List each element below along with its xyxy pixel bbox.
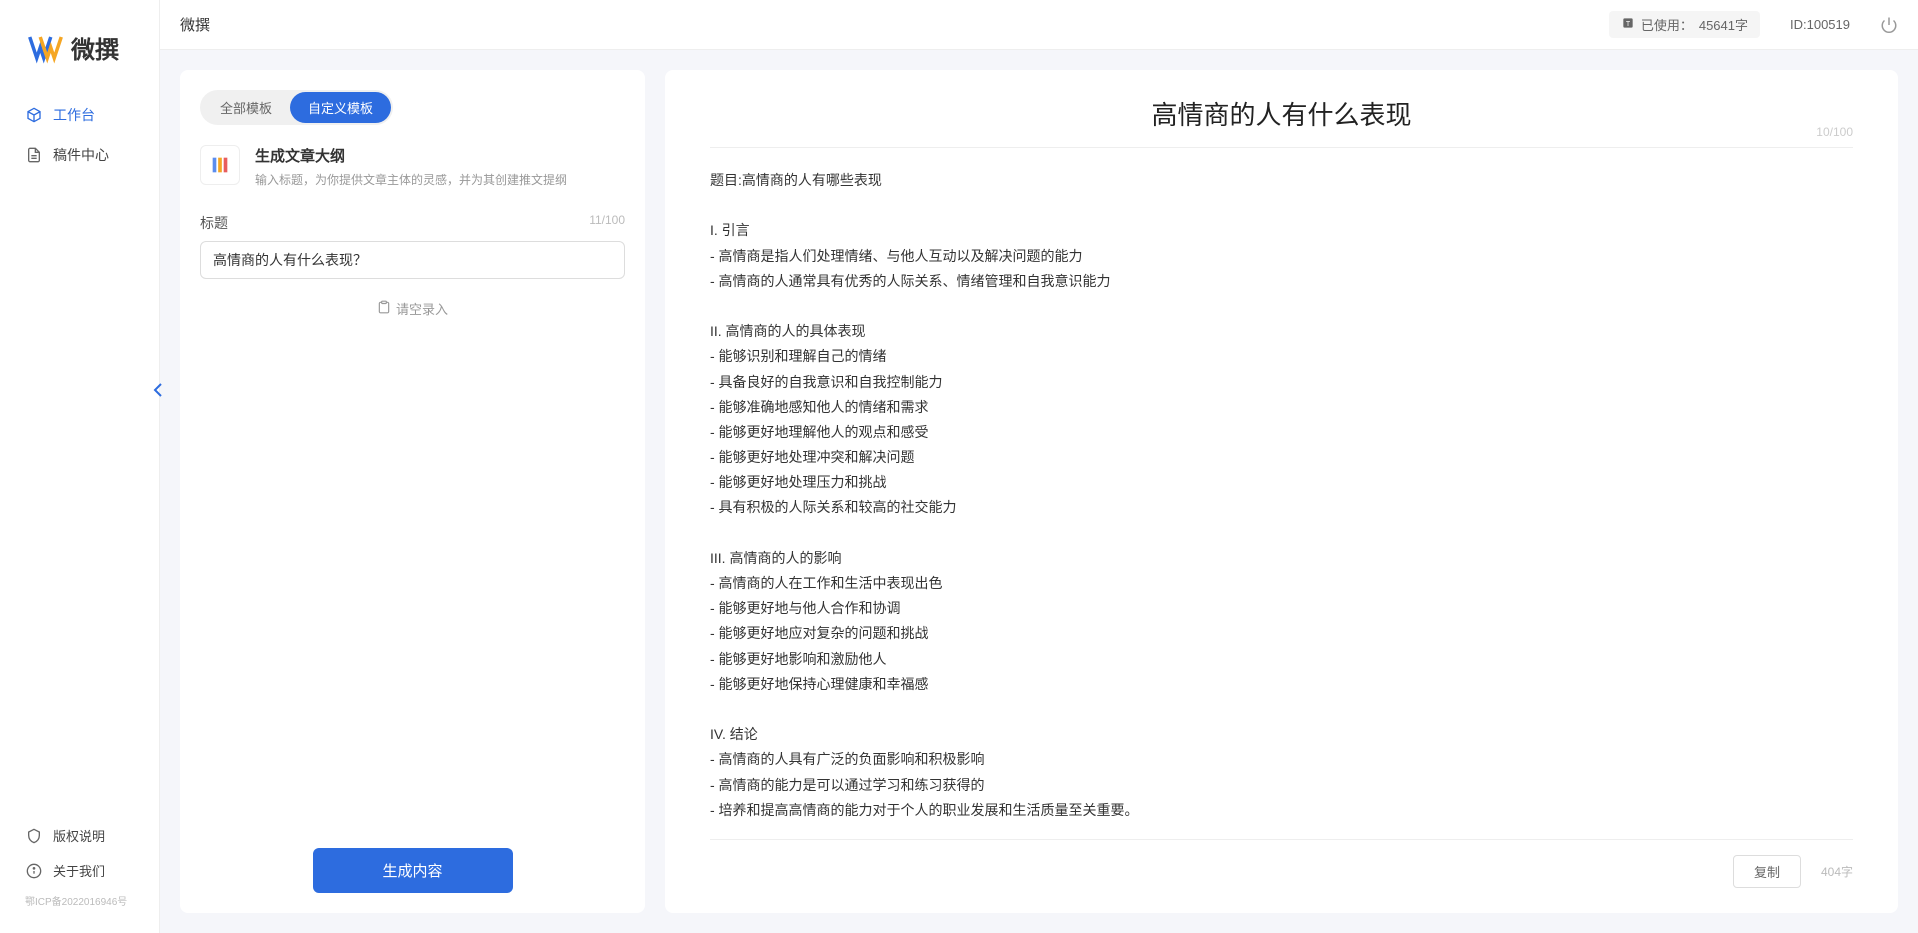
shield-icon	[25, 827, 43, 845]
logo[interactable]: 微撰	[0, 30, 159, 95]
sidebar-item-copyright[interactable]: 版权说明	[0, 818, 159, 853]
field-count: 11/100	[589, 213, 625, 233]
template-title: 生成文章大纲	[255, 145, 567, 166]
info-icon	[25, 862, 43, 880]
usage-badge[interactable]: T 已使用： 45641字	[1609, 11, 1760, 38]
content: 全部模板 自定义模板 生成文章大纲 输入标题，为你提供文章主体的灵感，并为其创建…	[160, 50, 1918, 933]
header-title: 微撰	[180, 14, 210, 35]
cube-icon	[25, 106, 43, 124]
left-panel: 全部模板 自定义模板 生成文章大纲 输入标题，为你提供文章主体的灵感，并为其创建…	[180, 70, 645, 913]
icp-text: 鄂ICP备2022016946号	[0, 888, 159, 913]
sidebar-item-docs[interactable]: 稿件中心	[0, 135, 159, 175]
sidebar-item-about[interactable]: 关于我们	[0, 853, 159, 888]
tab-custom-templates[interactable]: 自定义模板	[290, 92, 391, 123]
record-link[interactable]: 请空录入	[200, 299, 625, 318]
copy-button[interactable]: 复制	[1733, 855, 1801, 888]
output-title-count: 10/100	[1816, 125, 1853, 139]
document-icon	[25, 146, 43, 164]
svg-text:T: T	[1626, 21, 1631, 28]
usage-value: 45641字	[1699, 15, 1748, 34]
usage-prefix: 已使用：	[1641, 15, 1693, 34]
clipboard-icon	[377, 300, 391, 317]
field-label-row: 标题 11/100	[200, 213, 625, 233]
field-label: 标题	[200, 213, 228, 233]
output-footer: 复制 404字	[710, 839, 1853, 888]
sidebar-item-label: 版权说明	[53, 826, 105, 845]
record-text: 请空录入	[396, 299, 448, 318]
power-icon[interactable]	[1880, 16, 1898, 34]
output-body[interactable]: 题目:高情商的人有哪些表现 I. 引言 - 高情商是指人们处理情绪、与他人互动以…	[710, 168, 1853, 839]
header: 微撰 T 已使用： 45641字 ID:100519	[160, 0, 1918, 50]
user-id: ID:100519	[1790, 17, 1850, 32]
sidebar-item-label: 关于我们	[53, 861, 105, 880]
main: 微撰 T 已使用： 45641字 ID:100519 全部模板 自定义模板	[160, 0, 1918, 933]
logo-icon	[28, 30, 63, 65]
collapse-handle[interactable]	[149, 380, 169, 400]
template-icon	[200, 145, 240, 185]
template-info: 生成文章大纲 输入标题，为你提供文章主体的灵感，并为其创建推文提纲	[255, 145, 567, 188]
generate-button[interactable]: 生成内容	[313, 848, 513, 893]
tab-all-templates[interactable]: 全部模板	[202, 92, 290, 123]
sidebar-item-label: 工作台	[53, 105, 95, 125]
right-panel: 高情商的人有什么表现 10/100 题目:高情商的人有哪些表现 I. 引言 - …	[665, 70, 1898, 913]
title-input[interactable]	[200, 241, 625, 279]
header-right: T 已使用： 45641字 ID:100519	[1609, 11, 1898, 38]
tabs: 全部模板 自定义模板	[200, 90, 393, 125]
output-title-row: 高情商的人有什么表现 10/100	[710, 95, 1853, 148]
sidebar: 微撰 工作台 稿件中心 版权说明 关于我们 鄂ICP备2	[0, 0, 160, 933]
logo-text: 微撰	[71, 30, 119, 65]
text-icon: T	[1621, 16, 1635, 33]
sidebar-bottom: 版权说明 关于我们 鄂ICP备2022016946号	[0, 818, 159, 933]
template-card: 生成文章大纲 输入标题，为你提供文章主体的灵感，并为其创建推文提纲	[200, 145, 625, 188]
sidebar-item-workspace[interactable]: 工作台	[0, 95, 159, 135]
template-desc: 输入标题，为你提供文章主体的灵感，并为其创建推文提纲	[255, 171, 567, 188]
word-count: 404字	[1821, 863, 1853, 880]
output-title: 高情商的人有什么表现	[710, 95, 1853, 132]
sidebar-item-label: 稿件中心	[53, 145, 109, 165]
nav-items: 工作台 稿件中心	[0, 95, 159, 818]
